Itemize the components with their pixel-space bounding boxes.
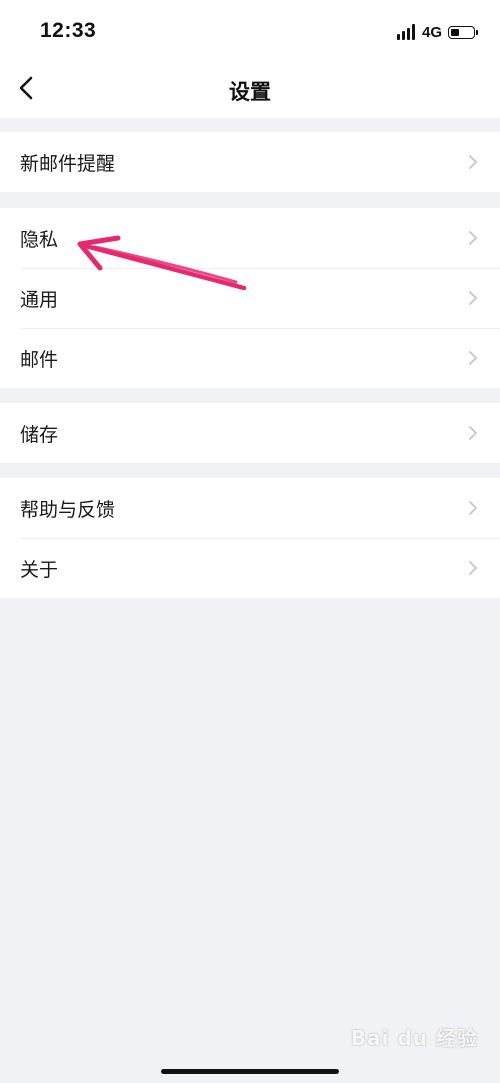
settings-item-storage[interactable]: 储存 [0,403,500,463]
settings-item-mail[interactable]: 邮件 [0,328,500,388]
page-title: 设置 [229,80,271,104]
settings-item-label: 帮助与反馈 [20,498,116,521]
battery-icon [448,25,475,39]
chevron-right-icon [469,291,477,305]
battery-cap [476,29,478,35]
settings-item-help-feedback[interactable]: 帮助与反馈 [0,478,500,538]
chevron-right-icon [469,155,477,169]
settings-group-support: 帮助与反馈 关于 [0,478,500,598]
status-indicators: 4G [396,22,478,42]
status-bar: 12:33 4G [0,0,500,62]
chevron-right-icon [469,501,477,515]
settings-item-about[interactable]: 关于 [0,538,500,598]
settings-item-label: 通用 [20,288,59,311]
nav-bar: 设置 [0,62,500,118]
chevron-right-icon [469,561,477,575]
chevron-right-icon [469,426,477,440]
chevron-right-icon [469,351,477,365]
baidu-watermark: Bai du 经验 [350,1026,478,1050]
settings-item-privacy[interactable]: 隐私 [0,208,500,268]
home-indicator [161,1069,339,1074]
settings-item-label: 储存 [20,423,59,446]
settings-item-general[interactable]: 通用 [0,268,500,328]
settings-group-notifications: 新邮件提醒 [0,132,500,192]
network-type: 4G [421,23,442,41]
settings-item-label: 新邮件提醒 [20,152,116,175]
top-area: 12:33 4G 设置 [0,0,500,118]
battery-level [451,28,459,36]
settings-item-label: 隐私 [20,228,59,251]
chevron-right-icon [469,231,477,245]
settings-group-general: 隐私 通用 邮件 [0,208,500,388]
settings-item-label: 关于 [20,558,59,581]
signal-icon [396,24,415,40]
status-time: 12:33 [40,19,97,42]
settings-group-storage: 储存 [0,403,500,463]
settings-item-new-mail-alert[interactable]: 新邮件提醒 [0,132,500,192]
settings-item-label: 邮件 [20,348,59,371]
